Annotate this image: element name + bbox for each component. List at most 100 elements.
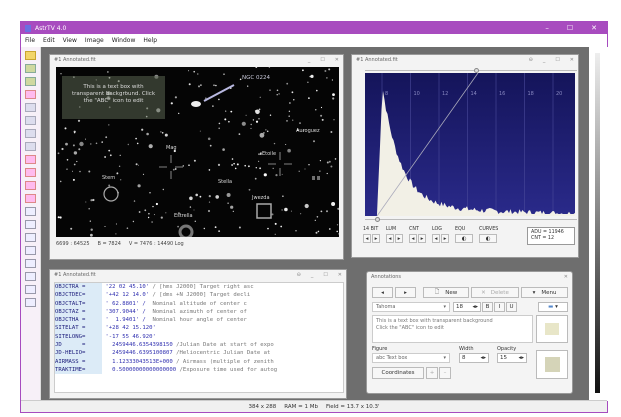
header-row[interactable]: AIRMASS = 1.12333043513E+000 / Airmass (… [55,357,343,366]
header-value: '-17 55 46.920' [105,333,156,340]
header-row[interactable]: SITELAT = '+28 42 15.120' [55,324,343,333]
underline-button[interactable]: U [506,302,517,312]
step-button[interactable]: ◂ [386,234,394,243]
text-color-button[interactable] [536,315,568,343]
close-button[interactable]: ✕ [564,274,568,280]
corner-icon[interactable] [25,181,36,190]
star-image[interactable]: This is a text box with transparent back… [56,67,339,237]
header-row[interactable]: OBJCTRA = '22 02 45.10' / [hms J2000] Ta… [55,283,343,292]
open-folder-icon[interactable] [25,51,36,60]
line-style-select[interactable]: ▬ ▾ [538,302,568,312]
save-as-icon[interactable] [25,77,36,86]
close-button[interactable]: ✕ [591,24,597,32]
font-select[interactable]: Tahoma ▾ [372,302,450,312]
remove-button[interactable]: – [439,367,451,379]
step-button[interactable]: ◂ [409,234,417,243]
maximize-button[interactable]: ☐ [567,24,573,32]
next-button[interactable]: ▸ [395,287,416,298]
step-button[interactable]: ▸ [395,234,403,243]
maximize-button[interactable]: ☐ [320,57,324,63]
header-row[interactable]: JD-HELIO= 2459446.6395100807 /Heliocentr… [55,349,343,358]
bottom-slider[interactable] [365,217,577,222]
delete-button[interactable]: ✕ Delete [471,287,519,298]
rotate-icon[interactable] [25,103,36,112]
lock-icon[interactable]: ⊖ [529,57,533,63]
header-row[interactable]: SITELONG= '-17 55 46.920' [55,332,343,342]
menu-view[interactable]: View [63,37,77,44]
equ-button[interactable]: ◐ [455,234,473,243]
fill-color-button[interactable] [536,350,568,379]
curves-button[interactable]: ◐ [479,234,497,243]
star [284,207,288,212]
zoom-out-icon[interactable] [25,285,36,294]
header-row[interactable]: OBJCTHA = ' 1.9401' / Nominal hour angle… [55,316,343,325]
header-value: 0.50000000000000000 [105,366,177,373]
menu-help[interactable]: Help [143,37,157,44]
annotation-textbox[interactable]: This is a text box with transparent back… [62,76,165,119]
paste-icon[interactable] [25,142,36,151]
step-button[interactable]: ▸ [372,234,380,243]
split-v-icon[interactable] [25,168,36,177]
crop-icon[interactable] [25,246,36,255]
figure-select[interactable]: abc Text box ▾ [372,353,450,363]
histogram-chart[interactable]: 8 10 12 14 16 18 20 [365,73,575,216]
minimize-button[interactable]: _ [543,57,546,63]
coordinates-button[interactable]: Coordinates [372,367,424,379]
maximize-button[interactable]: ☐ [323,272,327,278]
width-stepper[interactable]: 8 ◂▸ [459,353,489,363]
color-scale-bar[interactable] [595,53,600,393]
maximize-button[interactable]: ☐ [555,57,559,63]
step-button[interactable]: ◂ [432,234,440,243]
new-button[interactable]: 🗋 New [423,287,469,298]
copy-icon[interactable] [25,129,36,138]
prev-button[interactable]: ◂ [372,287,393,298]
close-button[interactable]: ✕ [338,272,342,278]
star [222,148,225,151]
menu-file[interactable]: File [25,37,35,44]
center-icon[interactable] [25,233,36,242]
annotation-text-input[interactable]: This is a text box with transparent back… [372,315,533,343]
color-swatch [544,357,560,372]
step-button[interactable]: ◂ [363,234,371,243]
image-icon[interactable] [25,90,36,99]
fullframe-icon[interactable] [25,259,36,268]
menu-button[interactable]: ▾ Menu [521,287,568,298]
header-row[interactable]: TRAKTIME= 0.50000000000000000 /Exposure … [55,365,343,375]
split-h-icon[interactable] [25,155,36,164]
star [330,131,333,133]
header-row[interactable]: JD = 2459446.6354398150 /Julian Date at … [55,341,343,350]
minimize-button[interactable]: – [545,24,549,32]
header-value: ' 1.9401' / [105,317,146,324]
top-slider[interactable] [365,68,577,73]
bold-button[interactable]: B [482,302,493,312]
close-button[interactable]: ✕ [570,57,574,63]
star [266,130,269,133]
step-button[interactable]: ▸ [418,234,426,243]
menu-window[interactable]: Window [112,37,136,44]
add-button[interactable]: + [426,367,438,379]
frame-icon[interactable] [25,207,36,216]
menu-image[interactable]: Image [85,37,104,44]
font-size-stepper[interactable]: 18 ◂▸ [453,302,481,312]
fits-header-list[interactable]: OBJCTRA = '22 02 45.10' / [hms J2000] Ta… [54,282,344,393]
menu-edit[interactable]: Edit [43,37,55,44]
star [332,93,335,96]
minimize-button[interactable]: _ [308,57,311,63]
opacity-stepper[interactable]: 15 ◂▸ [497,353,527,363]
step-button[interactable]: ▸ [441,234,449,243]
corner2-icon[interactable] [25,194,36,203]
save-icon[interactable] [25,64,36,73]
stars-icon[interactable] [25,116,36,125]
lock-icon[interactable]: ⊖ [297,272,301,278]
italic-button[interactable]: I [494,302,505,312]
fit-icon[interactable] [25,298,36,307]
header-row[interactable]: OBJCTDEC= '+42 12 14.0' / [dms +N J2000]… [55,291,343,300]
star [215,195,219,199]
close-button[interactable]: ✕ [335,57,339,63]
header-row[interactable]: OBJCTAZ = '307.9044' / Nominal azimuth o… [55,307,343,317]
star [194,220,196,222]
zoom-in-icon[interactable] [25,272,36,281]
zoom-fit-icon[interactable] [25,220,36,229]
minimize-button[interactable]: _ [311,272,314,278]
header-row[interactable]: OBJCTALT= ' 62.8801' / Nominal altitude … [55,299,343,308]
